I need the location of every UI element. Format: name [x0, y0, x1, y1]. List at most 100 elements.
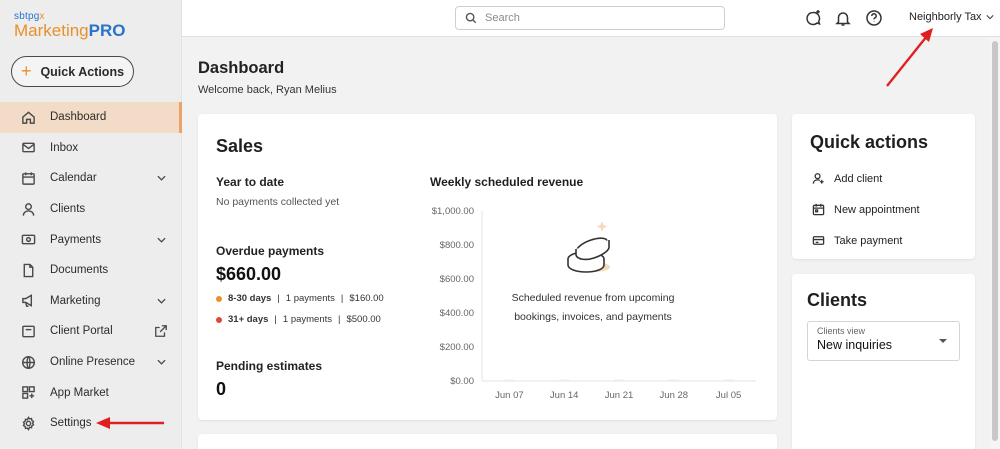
take-payment-action[interactable]: Take payment: [812, 234, 902, 247]
pending-label: Pending estimates: [216, 359, 323, 373]
plus-icon: +: [20, 60, 32, 81]
chart-bar[interactable]: [559, 379, 570, 382]
brand-logo[interactable]: sbtpgx MarketingPRO: [14, 11, 125, 40]
search-box[interactable]: [455, 6, 725, 30]
clients-view-select[interactable]: Clients view New inquiries: [807, 321, 960, 361]
overdue-range: 8-30 days: [228, 293, 272, 304]
organization-name: Neighborly Tax: [909, 11, 982, 23]
y-tick-label: $400.00: [440, 308, 474, 319]
clients-view-label: Clients view: [817, 326, 866, 336]
sidebar-item-label: Calendar: [50, 172, 97, 185]
logo-name: Marketing: [14, 21, 89, 40]
annotation-arrow: [886, 28, 933, 87]
bell-icon[interactable]: [834, 9, 852, 27]
y-tick-label: $600.00: [440, 274, 474, 285]
scrollbar-thumb[interactable]: [992, 41, 998, 441]
gear-icon: [22, 415, 35, 431]
separator: |: [277, 293, 280, 304]
sidebar-item-payments[interactable]: Payments: [0, 224, 182, 255]
pending-value: 0: [216, 379, 227, 399]
ai-chat-icon[interactable]: [804, 9, 822, 27]
chart-bar[interactable]: [723, 379, 734, 382]
chevron-down-icon[interactable]: [157, 296, 166, 305]
quick-actions-title: Quick actions: [810, 132, 929, 152]
sidebar-item-label: Online Presence: [50, 356, 136, 369]
person-icon: [22, 202, 35, 216]
clients-title: Clients: [807, 290, 868, 310]
sidebar-item-dashboard[interactable]: Dashboard: [0, 102, 182, 133]
chevron-down-icon[interactable]: [157, 358, 166, 367]
payment-icon: [21, 234, 36, 245]
chevron-down-icon: [985, 15, 994, 20]
chart-bar[interactable]: [614, 379, 624, 382]
mail-icon: [22, 142, 35, 153]
clients-view-value: New inquiries: [817, 338, 893, 352]
ytd-label: Year to date: [216, 175, 285, 189]
sidebar-item-clients[interactable]: Clients: [0, 194, 182, 225]
calendar-icon: [812, 203, 825, 216]
overdue-row[interactable]: 8-30 days | 1 payments | $160.00: [216, 293, 384, 304]
chevron-down-icon[interactable]: [157, 174, 166, 183]
chart-empty-message: Scheduled revenue from upcoming bookings…: [511, 292, 675, 323]
x-tick-label: Jun 28: [660, 390, 689, 401]
payment-icon: [812, 236, 825, 245]
overdue-range: 31+ days: [228, 314, 269, 325]
sales-title: Sales: [216, 136, 264, 156]
coins-icon: [567, 221, 610, 273]
sidebar-item-documents[interactable]: Documents: [0, 255, 182, 286]
sidebar-item-label: Clients: [50, 203, 86, 216]
sidebar-item-label: Marketing: [50, 294, 101, 307]
organization-switcher[interactable]: Neighborly Tax: [909, 11, 994, 23]
ytd-value: No payments collected yet: [216, 196, 340, 208]
sidebar-item-client-portal[interactable]: Client Portal: [0, 316, 182, 347]
sidebar-item-calendar[interactable]: Calendar: [0, 163, 182, 194]
sidebar-item-label: Inbox: [50, 141, 79, 154]
separator: |: [340, 293, 344, 304]
welcome-message: Welcome back, Ryan Melius: [198, 84, 337, 96]
sidebar-item-label: Settings: [50, 417, 92, 430]
new-appointment-action[interactable]: New appointment: [812, 203, 920, 216]
sidebar-item-online-presence[interactable]: Online Presence: [0, 347, 182, 378]
chart-bar[interactable]: [668, 379, 679, 382]
y-tick-label: $0.00: [450, 376, 474, 387]
chevron-down-icon[interactable]: [157, 235, 166, 244]
clients-card: Clients Clients view New inquiries: [792, 274, 975, 449]
apps-icon: [22, 386, 35, 399]
sidebar-item-label: App Market: [50, 386, 109, 399]
external-link-icon[interactable]: [154, 324, 168, 338]
portal-icon: [22, 325, 35, 338]
caret-down-icon: [939, 339, 947, 343]
sidebar: sbtpgx MarketingPRO + Quick Actions Dash…: [0, 0, 182, 449]
home-icon: [22, 111, 35, 124]
overdue-total: $660.00: [216, 264, 282, 284]
y-tick-label: $800.00: [440, 240, 474, 251]
globe-icon: [21, 355, 36, 369]
x-tick-label: Jun 14: [550, 390, 579, 401]
sidebar-item-inbox[interactable]: Inbox: [0, 133, 182, 164]
sidebar-item-label: Dashboard: [50, 111, 107, 124]
overdue-count: 1 payments: [285, 293, 335, 304]
overdue-row[interactable]: 31+ days | 1 payments | $500.00: [216, 314, 381, 325]
quick-actions-label: Quick Actions: [40, 64, 125, 79]
sidebar-item-label: Documents: [50, 264, 109, 277]
quick-actions-button[interactable]: + Quick Actions: [11, 56, 134, 87]
annotation-arrow: [96, 417, 164, 429]
calendar-icon: [22, 172, 35, 185]
x-tick-label: Jun 21: [605, 390, 634, 401]
page-scrollbar[interactable]: [990, 37, 1000, 449]
sidebar-item-marketing[interactable]: Marketing: [0, 286, 182, 317]
overdue-amount: $160.00: [349, 293, 384, 304]
sidebar-item-app-market[interactable]: App Market: [0, 377, 182, 408]
search-input[interactable]: [485, 12, 705, 24]
sidebar-item-label: Payments: [50, 233, 102, 246]
separator: |: [274, 314, 277, 325]
y-tick-label: $1,000.00: [432, 206, 474, 217]
add-client-action[interactable]: Add client: [812, 172, 882, 185]
overdue-label: Overdue payments: [216, 244, 325, 258]
chart-bar[interactable]: [504, 379, 515, 382]
megaphone-icon: [22, 294, 33, 308]
add-person-icon: [812, 173, 824, 184]
action-label: Add client: [834, 172, 883, 185]
sales-card: Sales Year to date No payments collected…: [198, 114, 777, 420]
page-title: Dashboard: [198, 59, 285, 77]
